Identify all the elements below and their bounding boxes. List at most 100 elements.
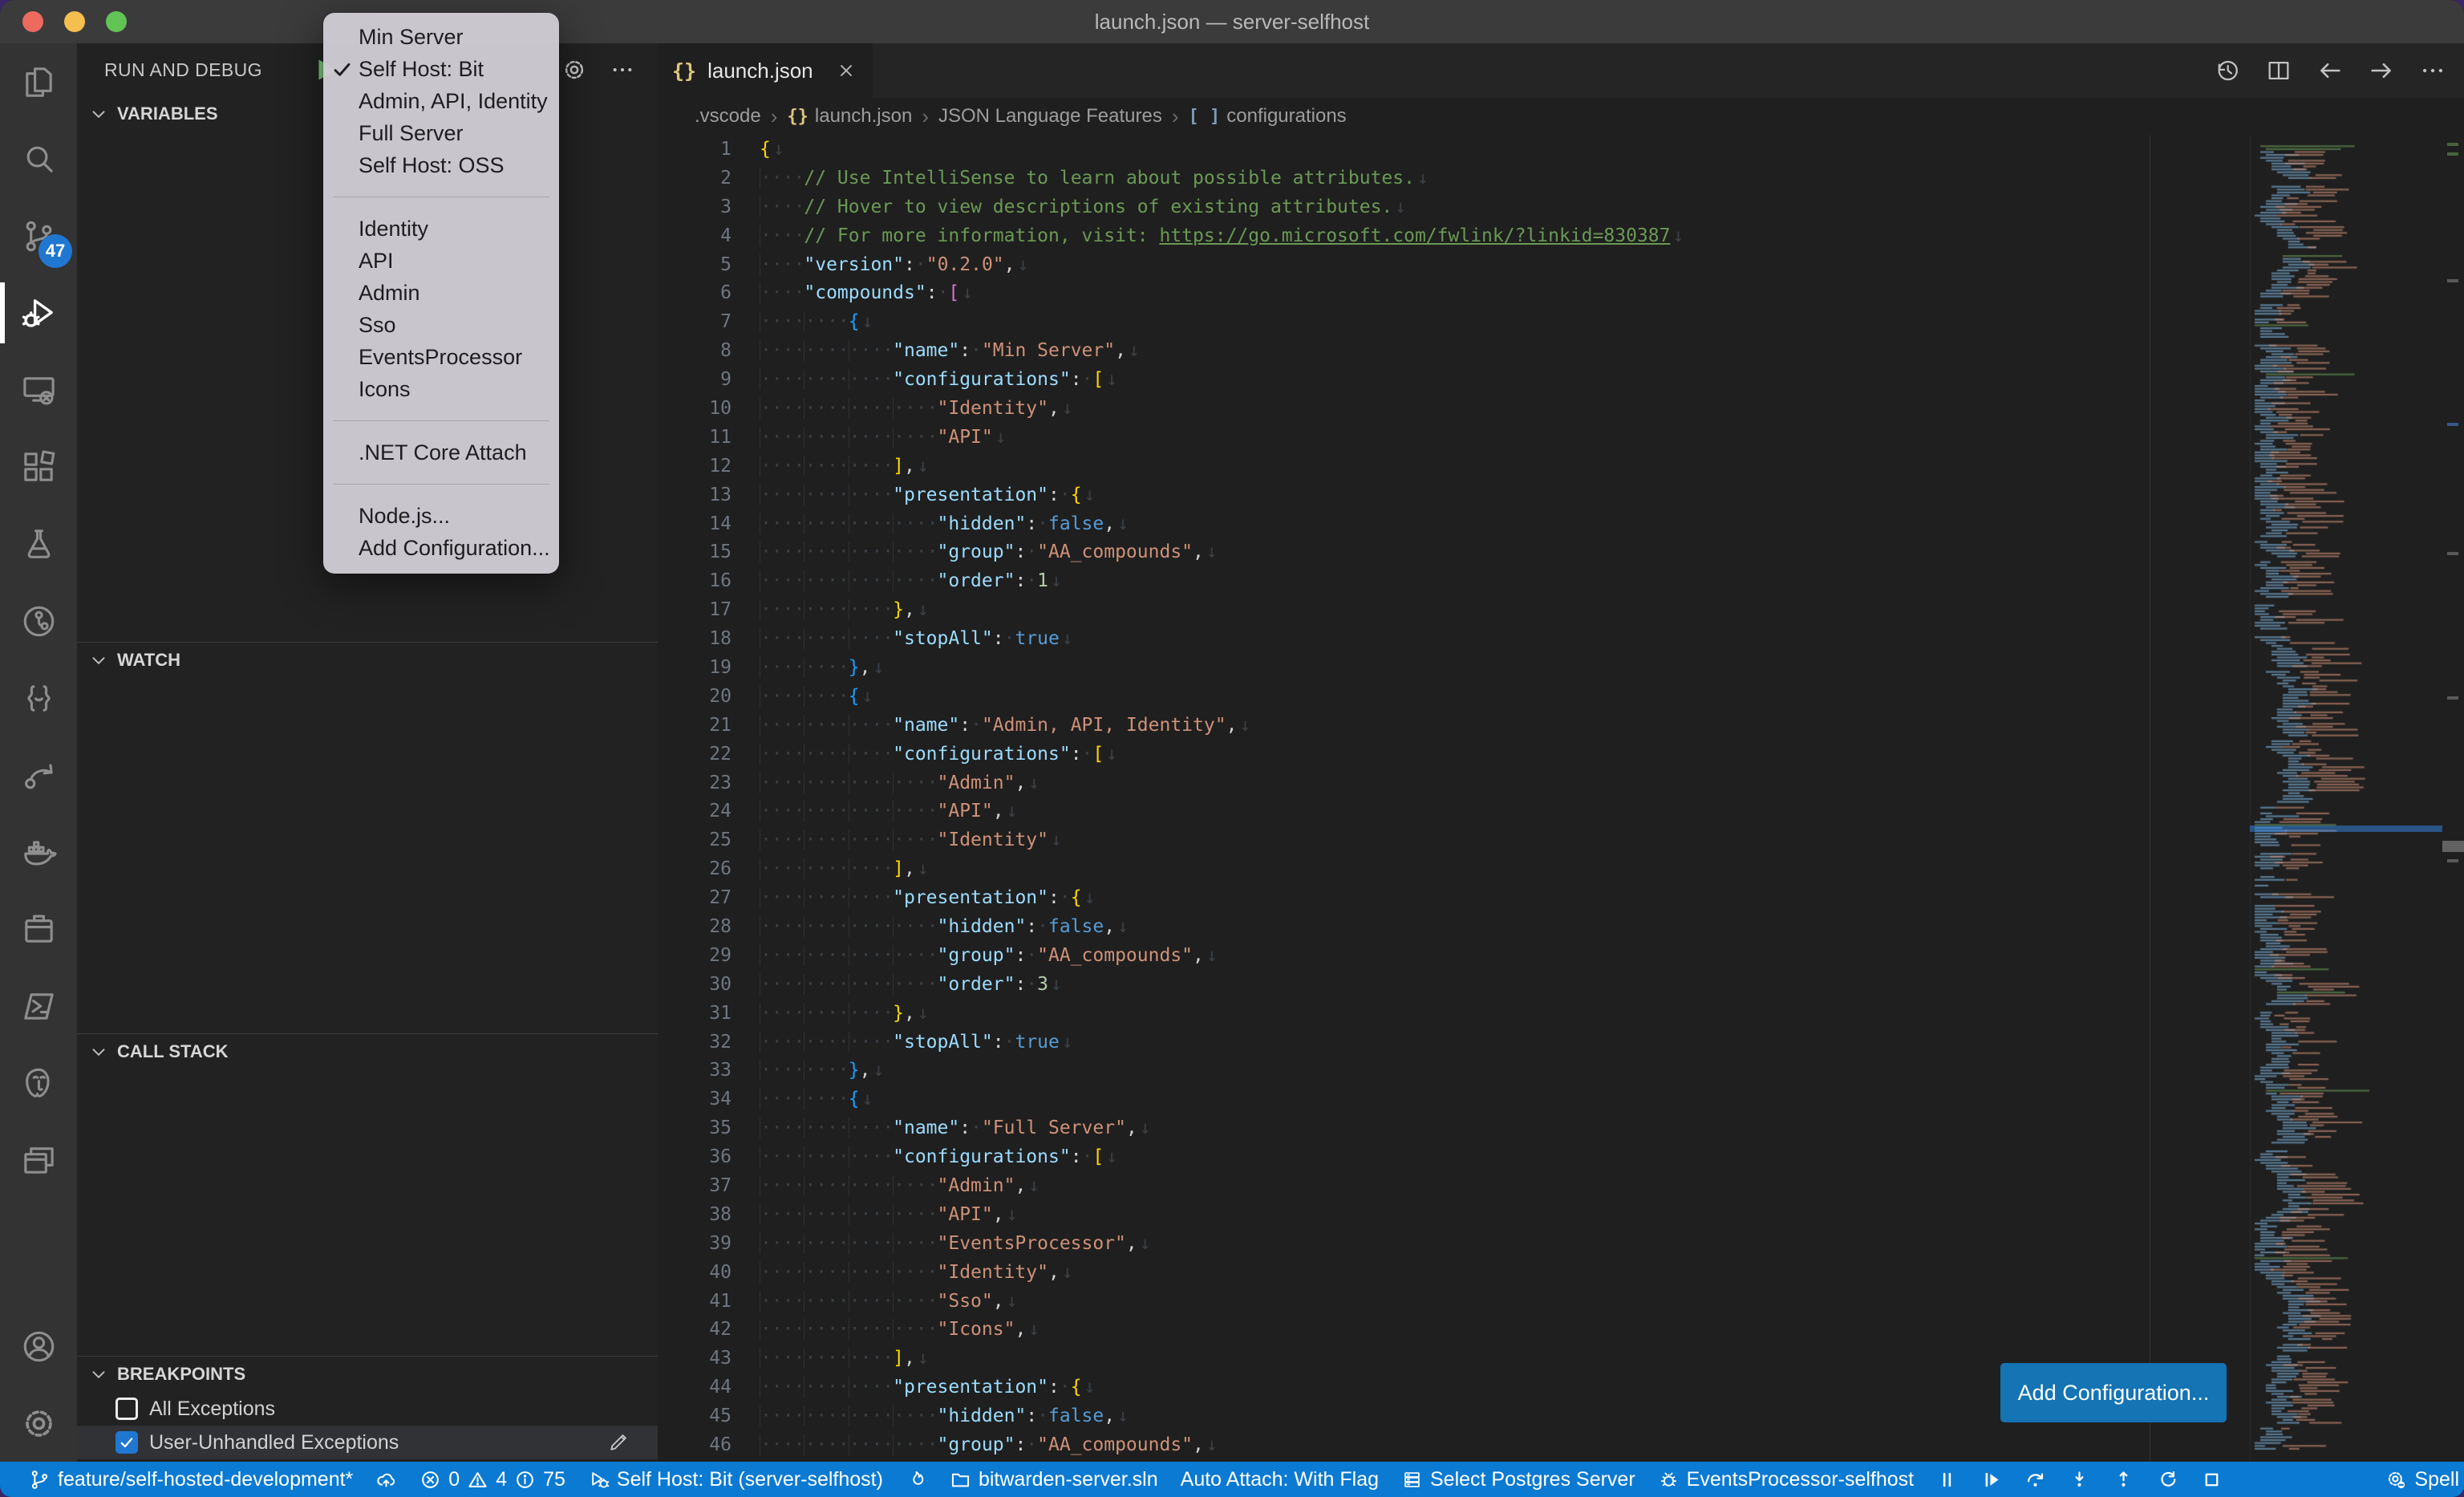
status-item-debug-restart[interactable]	[2157, 1469, 2178, 1491]
activity-item-json-helper[interactable]	[0, 659, 77, 736]
line-number[interactable]: 34	[658, 1089, 732, 1110]
line-number[interactable]: 23	[658, 773, 732, 793]
line-number[interactable]: 8	[658, 340, 732, 361]
breakpoint-row[interactable]: User-Unhandled Exceptions	[77, 1426, 658, 1459]
line-number[interactable]: 41	[658, 1291, 732, 1312]
editor-scrollbar[interactable]	[2442, 135, 2464, 1462]
line-number[interactable]: 16	[658, 570, 732, 591]
line-number[interactable]: 12	[658, 456, 732, 477]
sidebar-more-icon[interactable]	[610, 57, 635, 83]
activity-item-search[interactable]	[0, 120, 77, 197]
menu-item-eventsprocessor[interactable]: EventsProcessor	[323, 341, 559, 373]
line-number[interactable]: 28	[658, 916, 732, 937]
breadcrumb-item[interactable]: {}launch.json	[787, 105, 912, 128]
status-item-git-branch-status[interactable]: feature/self-hosted-development*	[29, 1468, 353, 1491]
scrollbar-thumb[interactable]	[2442, 841, 2464, 852]
status-item-spell-checker[interactable]: Spell	[2385, 1468, 2459, 1491]
code-editor[interactable]: 1{↓2····// Use IntelliSense to learn abo…	[658, 135, 2464, 1462]
add-configuration-button[interactable]: Add Configuration...	[2000, 1363, 2227, 1422]
line-number[interactable]: 22	[658, 744, 732, 765]
breadcrumb-item[interactable]: .vscode	[695, 105, 761, 128]
status-item-debug-step-into[interactable]	[2069, 1469, 2090, 1491]
status-item-auto-attach[interactable]: Auto Attach: With Flag	[1181, 1468, 1379, 1491]
line-number[interactable]: 30	[658, 974, 732, 995]
status-item-debug-session[interactable]: EventsProcessor-selfhost	[1658, 1468, 1914, 1491]
menu-item-admin-api-identity[interactable]: Admin, API, Identity	[323, 85, 559, 117]
line-number[interactable]: 14	[658, 513, 732, 534]
zoom-window-button[interactable]	[106, 11, 127, 32]
line-number[interactable]: 13	[658, 485, 732, 505]
line-number[interactable]: 7	[658, 311, 732, 332]
status-item-debug-stop[interactable]	[2201, 1469, 2223, 1491]
section-header[interactable]: BREAKPOINTS	[77, 1357, 658, 1392]
section-header[interactable]: CALL STACK	[77, 1034, 658, 1069]
checkbox-checked[interactable]	[116, 1431, 138, 1454]
activity-item-explorer[interactable]	[0, 43, 77, 120]
line-number[interactable]: 35	[658, 1118, 732, 1138]
breakpoint-row[interactable]: All Exceptions	[77, 1392, 658, 1426]
line-number[interactable]: 25	[658, 830, 732, 850]
menu-item-net-core-attach[interactable]: .NET Core Attach	[323, 436, 559, 469]
line-number[interactable]: 19	[658, 657, 732, 678]
line-number[interactable]: 9	[658, 369, 732, 390]
status-item-debug-configuration[interactable]: Self Host: Bit (server-selfhost)	[588, 1468, 883, 1491]
menu-item-api[interactable]: API	[323, 245, 559, 277]
line-number[interactable]: 36	[658, 1146, 732, 1167]
activity-item-powershell[interactable]	[0, 968, 77, 1045]
menu-item-add-configuration[interactable]: Add Configuration...	[323, 532, 559, 564]
line-number[interactable]: 20	[658, 686, 732, 707]
status-item-azurite[interactable]	[906, 1469, 927, 1491]
line-number[interactable]: 17	[658, 599, 732, 620]
menu-item-icons[interactable]: Icons	[323, 373, 559, 405]
line-number[interactable]: 45	[658, 1406, 732, 1426]
section-header[interactable]: WATCH	[77, 643, 658, 678]
breadcrumb-item[interactable]: [ ]configurations	[1189, 105, 1347, 128]
menu-item-sso[interactable]: Sso	[323, 309, 559, 341]
line-number[interactable]: 46	[658, 1434, 732, 1455]
activity-item-gitlens[interactable]	[0, 582, 77, 659]
activity-item-docker[interactable]	[0, 813, 77, 890]
activity-item-postgresql[interactable]	[0, 1045, 77, 1122]
line-number[interactable]: 27	[658, 887, 732, 908]
activity-item-dev-container[interactable]	[0, 890, 77, 968]
line-number[interactable]: 44	[658, 1377, 732, 1398]
close-tab-icon[interactable]	[836, 60, 857, 81]
menu-item-node-js[interactable]: Node.js...	[323, 500, 559, 532]
line-number[interactable]: 43	[658, 1348, 732, 1369]
line-number[interactable]: 24	[658, 801, 732, 822]
tab-launch-json[interactable]: {} launch.json	[658, 43, 873, 98]
line-number[interactable]: 21	[658, 715, 732, 736]
line-number[interactable]: 11	[658, 427, 732, 448]
line-number[interactable]: 42	[658, 1319, 732, 1340]
checkbox-unchecked[interactable]	[116, 1398, 138, 1420]
activity-item-live-share[interactable]	[0, 736, 77, 813]
line-number[interactable]: 10	[658, 398, 732, 419]
status-item-debug-step-out[interactable]	[2113, 1469, 2134, 1491]
breadcrumb-item[interactable]: JSON Language Features	[938, 105, 1162, 128]
activity-item-extensions[interactable]	[0, 428, 77, 505]
line-number[interactable]: 18	[658, 628, 732, 649]
menu-item-min-server[interactable]: Min Server	[323, 21, 559, 53]
status-item-solution[interactable]: bitwarden-server.sln	[950, 1468, 1158, 1491]
status-item-debug-continue[interactable]	[1980, 1469, 2002, 1491]
activity-item-settings[interactable]	[0, 1385, 77, 1462]
line-number[interactable]: 29	[658, 945, 732, 966]
line-number[interactable]: 5	[658, 254, 732, 275]
activity-item-testing[interactable]	[0, 505, 77, 582]
close-window-button[interactable]	[22, 11, 43, 32]
navigate-back-icon[interactable]	[2316, 57, 2344, 84]
activity-item-remote-explorer[interactable]	[0, 351, 77, 428]
line-number[interactable]: 26	[658, 858, 732, 879]
pencil-icon[interactable]	[606, 1430, 630, 1454]
activity-item-source-control[interactable]: 47	[0, 197, 77, 274]
line-number[interactable]: 32	[658, 1032, 732, 1053]
menu-item-self-host-bit[interactable]: Self Host: Bit	[323, 53, 559, 85]
line-number[interactable]: 1	[658, 139, 732, 160]
line-number[interactable]: 6	[658, 282, 732, 303]
status-item-postgres-server[interactable]: Select Postgres Server	[1401, 1468, 1635, 1491]
menu-item-full-server[interactable]: Full Server	[323, 117, 559, 149]
line-number[interactable]: 33	[658, 1060, 732, 1081]
split-editor-icon[interactable]	[2265, 57, 2292, 84]
activity-item-window-panels[interactable]	[0, 1122, 77, 1199]
line-number[interactable]: 38	[658, 1204, 732, 1225]
